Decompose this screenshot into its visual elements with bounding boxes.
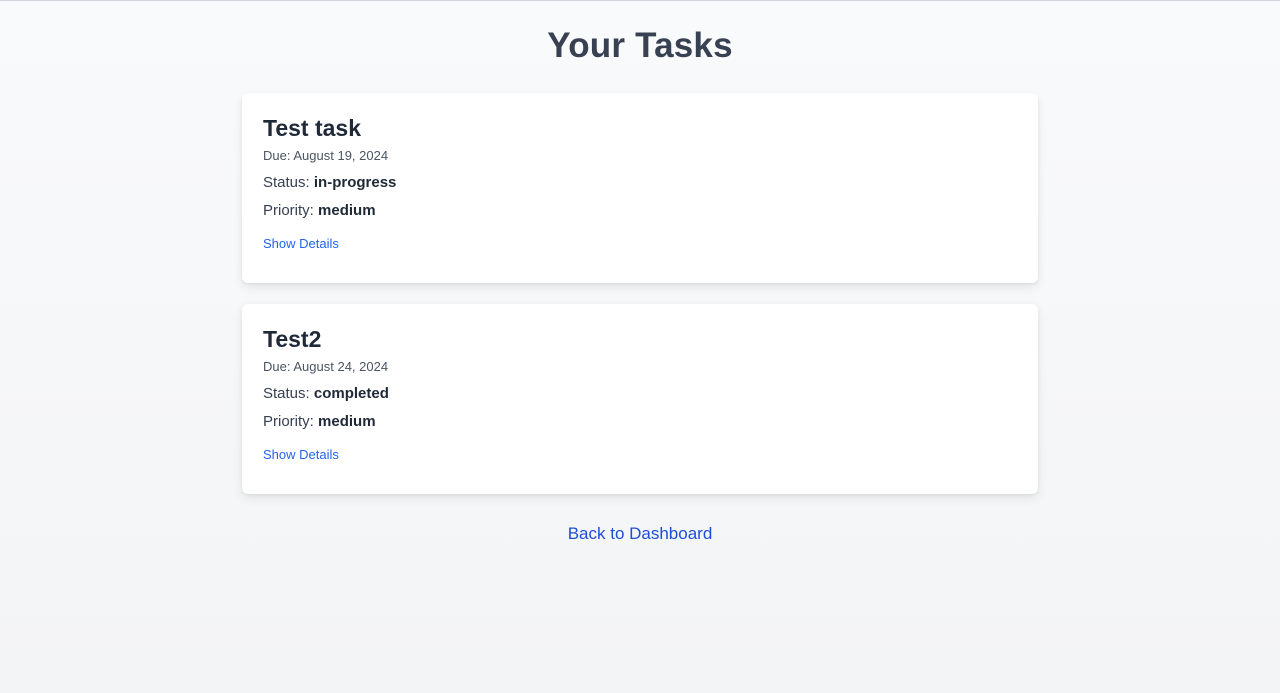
- back-to-dashboard-link[interactable]: Back to Dashboard: [568, 524, 713, 543]
- task-title: Test2: [263, 326, 322, 352]
- task-due-date: Due: August 19, 2024: [263, 148, 1017, 164]
- task-title: Test task: [263, 115, 362, 141]
- due-label: Due:: [263, 359, 291, 374]
- top-divider: [0, 0, 1280, 1]
- task-due-date: Due: August 24, 2024: [263, 359, 1017, 375]
- priority-label: Priority:: [263, 413, 314, 430]
- task-card: Test task Due: August 19, 2024 Status: i…: [242, 93, 1038, 283]
- task-list: Test task Due: August 19, 2024 Status: i…: [242, 93, 1038, 515]
- status-label: Status:: [263, 174, 310, 191]
- task-card: Test2 Due: August 24, 2024 Status: compl…: [242, 304, 1038, 494]
- due-label: Due:: [263, 148, 291, 163]
- priority-value: medium: [318, 413, 376, 430]
- back-link-container: Back to Dashboard: [0, 524, 1280, 544]
- due-value: August 24, 2024: [293, 359, 389, 374]
- priority-value: medium: [318, 202, 376, 219]
- task-priority: Priority: medium: [263, 202, 1017, 220]
- due-value: August 19, 2024: [293, 148, 389, 163]
- status-value: in-progress: [313, 174, 397, 191]
- priority-label: Priority:: [263, 202, 314, 219]
- page-title: Your Tasks: [547, 26, 733, 65]
- show-details-link[interactable]: Show Details: [263, 447, 339, 463]
- task-status: Status: completed: [263, 385, 1017, 403]
- show-details-link[interactable]: Show Details: [263, 236, 339, 252]
- task-status: Status: in-progress: [263, 174, 1017, 192]
- task-priority: Priority: medium: [263, 413, 1017, 431]
- status-value: completed: [313, 385, 389, 402]
- status-label: Status:: [263, 385, 310, 402]
